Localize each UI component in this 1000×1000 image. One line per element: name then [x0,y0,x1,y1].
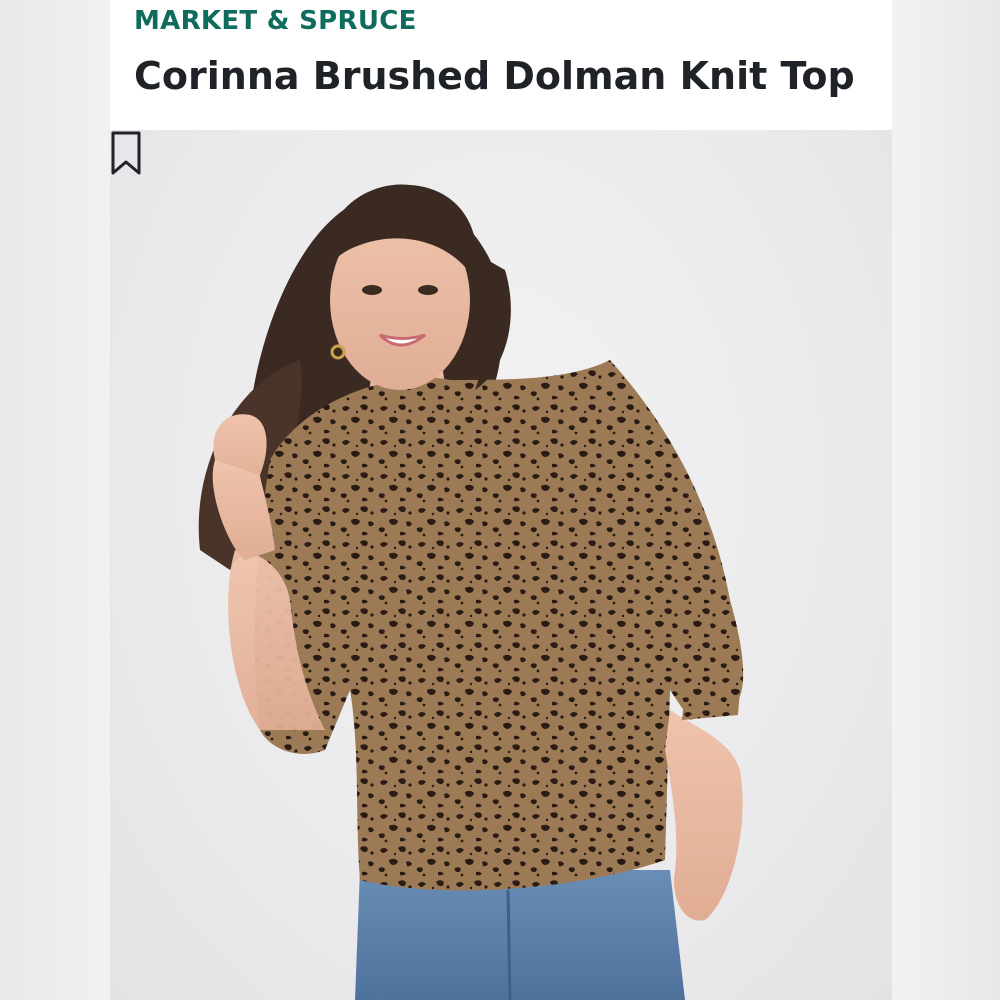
leopard-top [254,360,744,891]
product-header: MARKET & SPRUCE Corinna Brushed Dolman K… [110,0,892,130]
left-margin [0,0,110,1000]
jeans [355,870,685,1000]
product-image[interactable] [110,130,892,1000]
right-margin [892,0,1000,1000]
model-illustration [198,184,744,1000]
bookmark-icon[interactable] [110,130,142,176]
product-title: Corinna Brushed Dolman Knit Top [134,54,855,98]
brand-link[interactable]: MARKET & SPRUCE [134,6,417,36]
product-card: MARKET & SPRUCE Corinna Brushed Dolman K… [110,0,892,1000]
